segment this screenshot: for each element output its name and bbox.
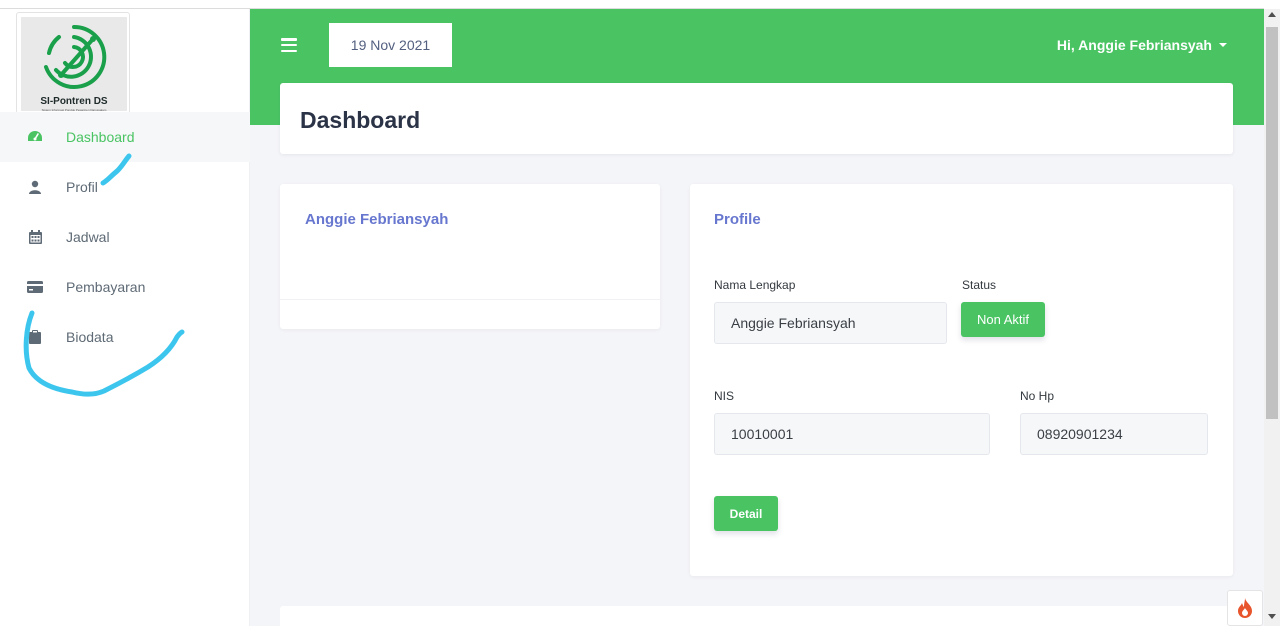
calendar-icon [27,229,43,245]
date-display: 19 Nov 2021 [329,23,452,67]
sidebar-item-dashboard[interactable]: Dashboard [0,112,250,162]
user-icon [27,179,43,195]
status-badge: Non Aktif [961,302,1045,337]
nis-label: NIS [714,389,735,403]
flame-widget[interactable] [1227,590,1263,626]
profile-card-title: Profile [714,211,761,228]
page-title: Dashboard [300,107,421,133]
scroll-up-arrow-icon[interactable] [1268,12,1276,17]
logo-title: SI-Pontren DS [40,96,108,107]
flame-icon [1238,598,1252,618]
nohp-label: No Hp [1020,389,1055,403]
status-label: Status [962,278,997,292]
nama-lengkap-label: Nama Lengkap [714,278,796,292]
sidebar-item-label: Profil [66,179,98,195]
sidebar-item-biodata[interactable]: Biodata [0,312,250,362]
sidebar-item-label: Dashboard [66,129,135,145]
user-name-card: Anggie Febriansyah [280,184,660,329]
sidebar-item-jadwal[interactable]: Jadwal [0,212,250,262]
nis-field[interactable]: 10010001 [714,413,990,455]
main-content: 19 Nov 2021 Hi, Anggie Febriansyah Dashb… [250,9,1264,626]
sidebar-item-label: Jadwal [66,229,110,245]
detail-button[interactable]: Detail [714,496,778,531]
nohp-field[interactable]: 08920901234 [1020,413,1208,455]
page-header-card: Dashboard [280,83,1233,154]
logo-image: SI-Pontren DS Sistem Informasi Pondok Pe… [21,17,127,112]
sidebar-item-label: Pembayaran [66,279,146,295]
sidebar-item-label: Biodata [66,329,114,345]
logo-emblem-icon [44,24,107,89]
sidebar-item-profil[interactable]: Profil [0,162,250,212]
credit-card-icon [27,279,43,295]
logo[interactable]: SI-Pontren DS Sistem Informasi Pondok Pe… [16,12,130,114]
user-greeting: Hi, Anggie Febriansyah [1056,37,1212,53]
profile-card: Profile Nama Lengkap Anggie Febriansyah … [690,184,1233,576]
chevron-down-icon [1219,43,1227,47]
scroll-down-arrow-icon[interactable] [1268,614,1276,619]
card-divider [280,299,660,300]
scrollbar-thumb[interactable] [1266,27,1278,419]
bottom-card [280,606,1233,626]
sidebar-item-pembayaran[interactable]: Pembayaran [0,262,250,312]
card-user-name: Anggie Febriansyah [305,211,449,228]
menu-toggle-icon[interactable] [281,38,297,52]
tachometer-icon [27,129,43,145]
nama-lengkap-field[interactable]: Anggie Febriansyah [714,302,947,344]
sidebar: SI-Pontren DS Sistem Informasi Pondok Pe… [0,9,250,626]
user-menu-dropdown[interactable]: Hi, Anggie Febriansyah [1057,37,1227,53]
clipboard-icon [27,329,43,345]
